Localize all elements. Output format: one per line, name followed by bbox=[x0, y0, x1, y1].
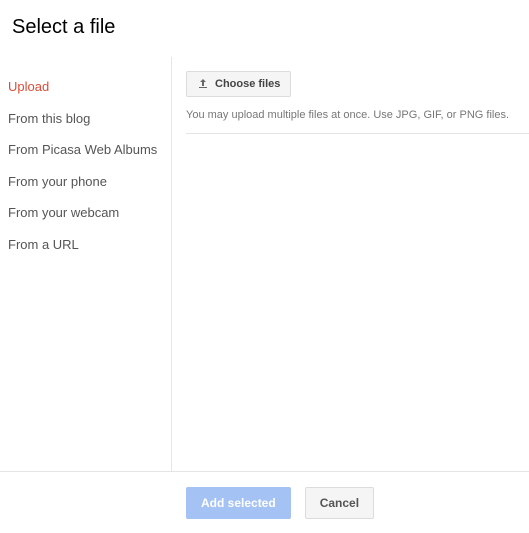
sidebar-item-from-phone[interactable]: From your phone bbox=[8, 166, 161, 198]
dialog-footer: Add selected Cancel bbox=[0, 471, 529, 533]
divider bbox=[186, 133, 529, 134]
choose-files-button[interactable]: Choose files bbox=[186, 71, 291, 97]
upload-panel: Choose files You may upload multiple fil… bbox=[172, 57, 529, 472]
choose-files-label: Choose files bbox=[215, 78, 280, 90]
sidebar-item-from-url[interactable]: From a URL bbox=[8, 229, 161, 261]
dialog-title: Select a file bbox=[12, 16, 517, 39]
sidebar-item-upload[interactable]: Upload bbox=[8, 71, 161, 103]
dialog-header: Select a file bbox=[0, 0, 529, 57]
upload-hint: You may upload multiple files at once. U… bbox=[186, 109, 529, 121]
sidebar-item-from-webcam[interactable]: From your webcam bbox=[8, 197, 161, 229]
sidebar-item-from-this-blog[interactable]: From this blog bbox=[8, 103, 161, 135]
add-selected-button[interactable]: Add selected bbox=[186, 487, 291, 519]
sidebar-item-from-picasa[interactable]: From Picasa Web Albums bbox=[8, 134, 161, 166]
cancel-button[interactable]: Cancel bbox=[305, 487, 374, 519]
source-sidebar: Upload From this blog From Picasa Web Al… bbox=[0, 57, 172, 472]
upload-icon bbox=[197, 78, 209, 90]
